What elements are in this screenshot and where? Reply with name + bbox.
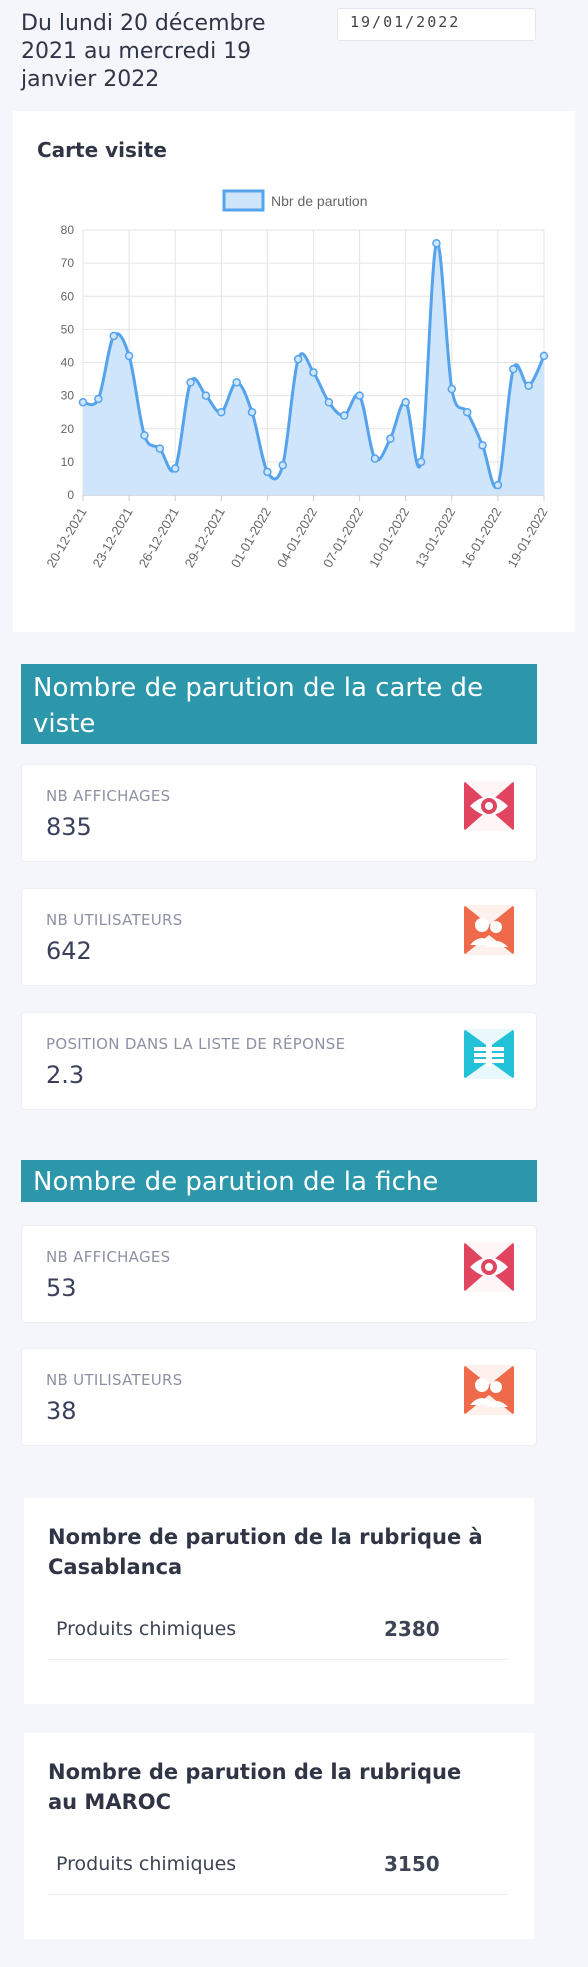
data-point <box>432 239 441 248</box>
chart: 0 10 20 30 40 50 60 70 80 20-12-2021 23-12-2021 26-… <box>43 189 551 570</box>
stat-value: 53 <box>46 1274 77 1302</box>
stat-value: 2.3 <box>46 1061 85 1089</box>
chart-card: Carte visite 0 10 20 30 40 50 60 70 80 20-12-2021… <box>13 111 575 632</box>
y-tick-label: 70 <box>61 256 75 270</box>
data-point <box>416 457 426 467</box>
stat-card-utilisateurs: NB UTILISATEURS 642 <box>21 888 537 986</box>
x-tick-label: 19-01-2022 <box>504 505 550 570</box>
legend-label: Nbr de parution <box>271 193 368 209</box>
data-point <box>339 411 349 420</box>
data-point <box>493 480 503 490</box>
stat-card-affichages: NB AFFICHAGES 835 <box>21 764 537 862</box>
x-tick-label: 20-12-2021 <box>43 505 89 570</box>
stat-value: 38 <box>46 1397 77 1425</box>
y-tick-label: 10 <box>61 455 75 469</box>
section-title-carte: Nombre de parution de la carte de viste <box>21 664 537 744</box>
stat-label: POSITION DANS LA LISTE DE RÉPONSE <box>46 1035 346 1053</box>
date-input[interactable]: 19/01/2022 <box>337 8 536 41</box>
legend-swatch <box>222 189 265 212</box>
data-point <box>247 407 257 417</box>
data-point <box>401 398 410 407</box>
section-title-fiche: Nombre de parution de la fiche <box>21 1160 537 1202</box>
data-point <box>309 368 318 377</box>
rubric-value: 2380 <box>384 1617 440 1641</box>
data-point <box>109 331 118 341</box>
list-position-icon <box>464 1029 514 1079</box>
data-point <box>201 391 211 400</box>
rubric-title: Nombre de parution de la rubrique au MAR… <box>48 1760 462 1814</box>
stat-card-utilisateurs: NB UTILISATEURS 38 <box>21 1348 537 1446</box>
table-row: Produits chimiques 2380 <box>48 1604 508 1660</box>
data-point <box>293 354 303 364</box>
data-point <box>186 378 195 387</box>
users-icon <box>464 1365 514 1415</box>
users-icon <box>464 905 514 955</box>
rubric-title: Nombre de parution de la rubrique à Casa… <box>48 1525 483 1579</box>
rubric-card-casablanca: Nombre de parution de la rubrique à Casa… <box>24 1498 534 1704</box>
rubric-value: 3150 <box>384 1852 440 1876</box>
y-tick-label: 30 <box>61 389 75 403</box>
y-tick-label: 60 <box>61 289 75 303</box>
stat-label: NB AFFICHAGES <box>46 787 171 805</box>
data-point <box>524 381 533 390</box>
data-point <box>447 384 457 394</box>
stat-value: 835 <box>46 813 92 841</box>
data-point <box>509 364 518 374</box>
data-point <box>78 398 88 407</box>
data-point <box>94 394 103 404</box>
rubric-label: Produits chimiques <box>56 1618 237 1640</box>
eye-icon <box>464 1242 514 1292</box>
x-tick-label: 10-01-2022 <box>366 505 412 570</box>
rubric-card-maroc: Nombre de parution de la rubrique au MAR… <box>24 1733 534 1939</box>
data-point <box>232 378 241 387</box>
y-tick-label: 20 <box>61 422 75 436</box>
data-point <box>478 441 487 450</box>
stat-label: NB AFFICHAGES <box>46 1248 171 1266</box>
stat-value: 642 <box>46 937 92 965</box>
x-tick-label: 26-12-2021 <box>136 505 182 570</box>
data-point <box>324 398 334 407</box>
data-point <box>170 464 180 473</box>
x-tick-label: 23-12-2021 <box>89 505 135 570</box>
y-tick-label: 0 <box>67 488 74 502</box>
data-point <box>370 454 380 463</box>
data-point <box>140 431 149 440</box>
data-point <box>355 391 364 400</box>
data-point <box>539 351 549 361</box>
x-tick-label: 29-12-2021 <box>182 505 228 570</box>
data-point <box>386 434 395 443</box>
stat-card-position: POSITION DANS LA LISTE DE RÉPONSE 2.3 <box>21 1012 537 1110</box>
date-range-text: Du lundi 20 décembre 2021 au mercredi 19… <box>21 11 266 92</box>
x-tick-label: 01-01-2022 <box>228 505 274 570</box>
eye-icon <box>464 781 514 831</box>
stat-label: NB UTILISATEURS <box>46 1371 183 1389</box>
data-point <box>155 444 165 453</box>
rubric-label: Produits chimiques <box>56 1853 237 1875</box>
y-tick-label: 80 <box>61 223 75 237</box>
table-row: Produits chimiques 3150 <box>48 1839 508 1895</box>
data-point <box>278 460 288 470</box>
x-tick-label: 07-01-2022 <box>320 505 366 570</box>
data-point <box>124 351 134 361</box>
stat-label: NB UTILISATEURS <box>46 911 183 929</box>
x-tick-label: 04-01-2022 <box>274 505 320 570</box>
x-tick-label: 13-01-2022 <box>412 505 458 570</box>
data-point <box>217 407 226 417</box>
x-tick-label: 16-01-2022 <box>458 505 504 570</box>
y-tick-label: 50 <box>61 322 75 336</box>
data-point <box>462 407 472 417</box>
y-tick-label: 40 <box>61 356 75 370</box>
stat-card-affichages: NB AFFICHAGES 53 <box>21 1225 537 1323</box>
data-point <box>263 467 272 477</box>
